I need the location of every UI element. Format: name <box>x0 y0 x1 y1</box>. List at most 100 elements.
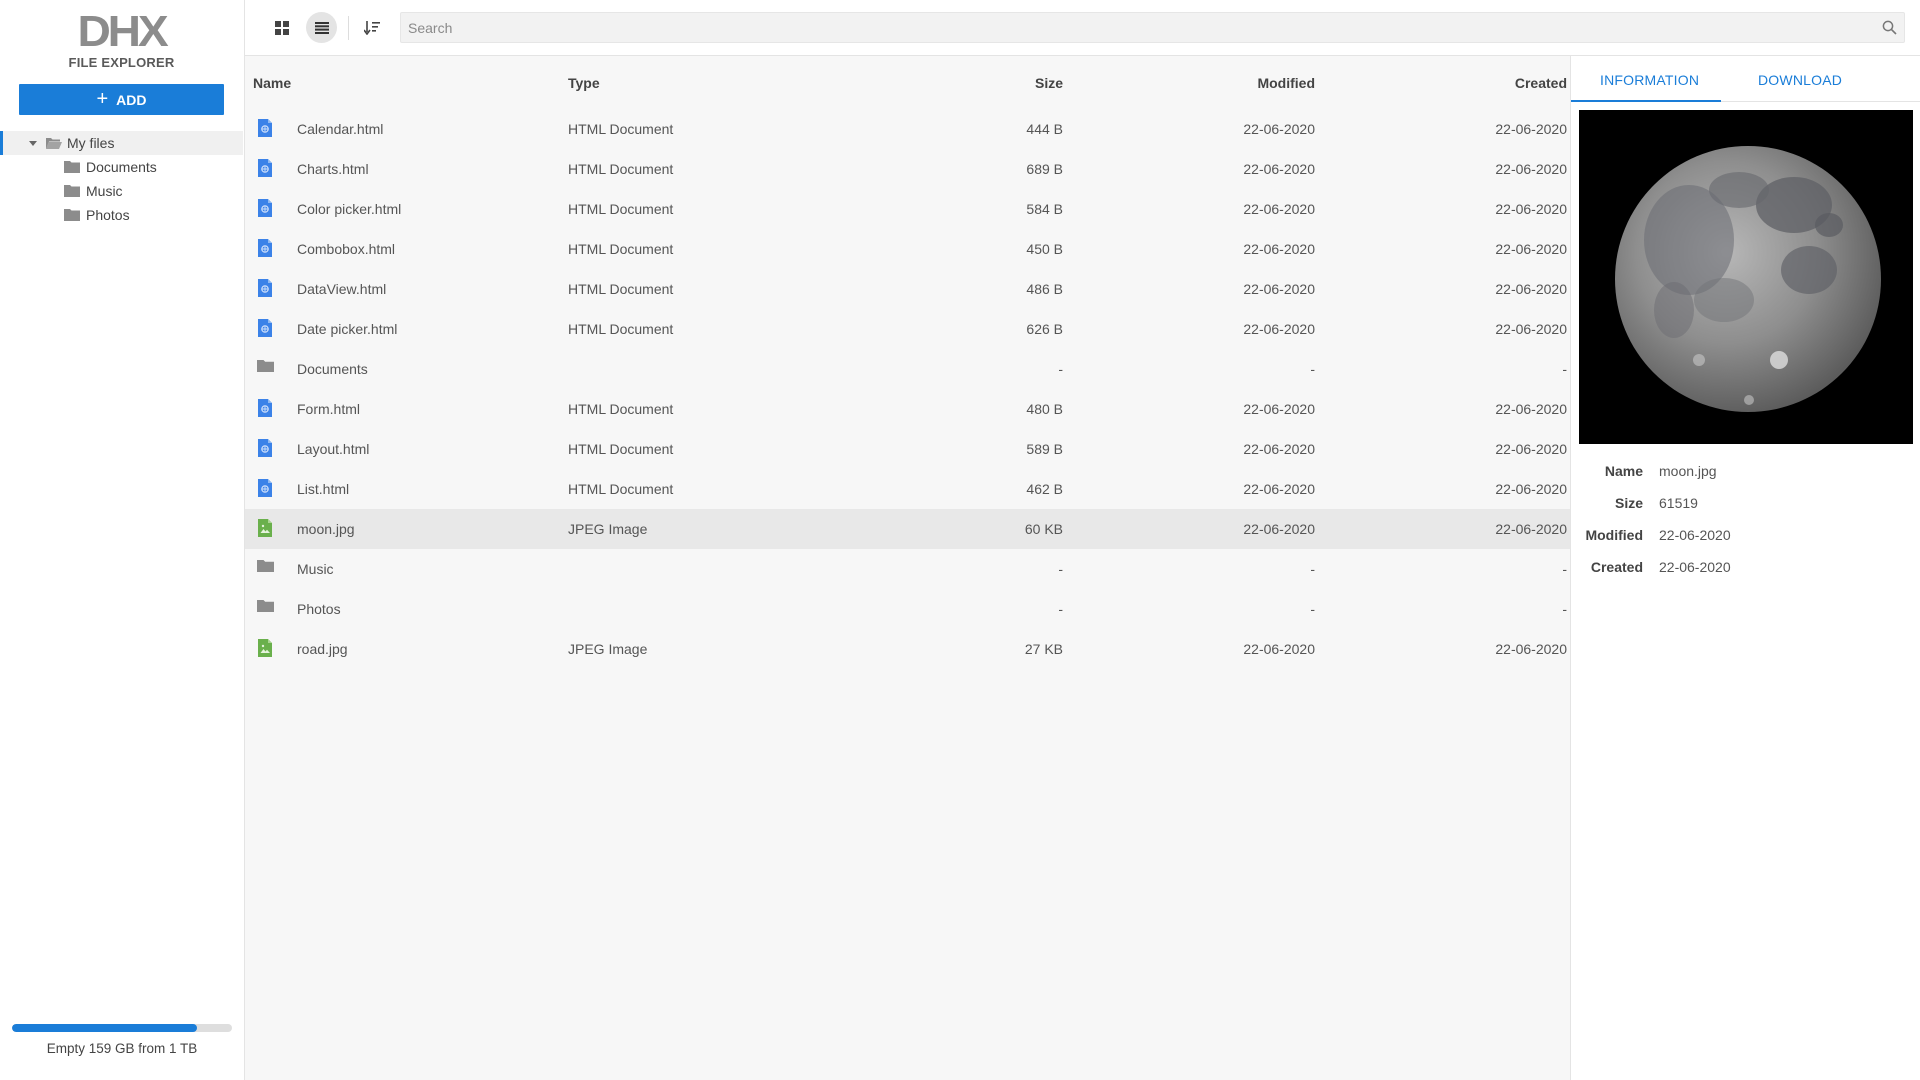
image-file-icon <box>257 639 273 660</box>
tree-item-photos[interactable]: Photos <box>0 203 243 227</box>
file-created: 22-06-2020 <box>1495 121 1567 137</box>
tab-information[interactable]: INFORMATION <box>1600 72 1699 88</box>
add-button[interactable]: + ADD <box>19 84 224 115</box>
info-row-created: Created 22-06-2020 <box>1571 551 1920 583</box>
file-modified: 22-06-2020 <box>1243 161 1315 177</box>
folder-tree: My files Documents Music Photos <box>0 131 243 227</box>
file-size: - <box>1058 601 1063 617</box>
file-name: Calendar.html <box>297 121 384 137</box>
tree-item-label: Music <box>86 183 123 199</box>
file-name: Color picker.html <box>297 201 402 217</box>
logo-mark: DHX <box>77 7 168 56</box>
tab-download[interactable]: DOWNLOAD <box>1758 72 1842 88</box>
file-row[interactable]: Photos - - - <box>245 589 1570 629</box>
file-modified: 22-06-2020 <box>1243 121 1315 137</box>
list-header: Name Type Size Modified Created <box>245 56 1570 109</box>
tree-item-documents[interactable]: Documents <box>0 155 243 179</box>
html-file-icon <box>257 479 273 500</box>
folder-open-icon <box>45 137 62 149</box>
file-row[interactable]: Combobox.html HTML Document 450 B 22-06-202… <box>245 229 1570 269</box>
file-row[interactable]: List.html HTML Document 462 B 22-06-2020 22-… <box>245 469 1570 509</box>
file-modified: - <box>1310 561 1315 577</box>
file-row[interactable]: Music - - - <box>245 549 1570 589</box>
tree-item-music[interactable]: Music <box>0 179 243 203</box>
file-info: Name moon.jpg Size 61519 Modified 22-06-2020 C… <box>1571 455 1920 583</box>
info-row-modified: Modified 22-06-2020 <box>1571 519 1920 551</box>
file-name: Photos <box>297 601 341 617</box>
file-row[interactable]: DataView.html HTML Document 486 B 22-06-202… <box>245 269 1570 309</box>
tree-item-label: Documents <box>86 159 157 175</box>
file-row[interactable]: Charts.html HTML Document 689 B 22-06-2020 2… <box>245 149 1570 189</box>
column-header-created[interactable]: Created <box>1515 75 1567 91</box>
file-row[interactable]: Calendar.html HTML Document 444 B 22-06-202… <box>245 109 1570 149</box>
file-row[interactable]: Form.html HTML Document 480 B 22-06-2020 22-… <box>245 389 1570 429</box>
info-row-name: Name moon.jpg <box>1571 455 1920 487</box>
logo: DHX FILE EXPLORER <box>0 10 243 71</box>
file-row[interactable]: Layout.html HTML Document 589 B 22-06-2020 2… <box>245 429 1570 469</box>
file-created: 22-06-2020 <box>1495 241 1567 257</box>
add-button-label: ADD <box>116 91 147 108</box>
file-modified: 22-06-2020 <box>1243 241 1315 257</box>
file-size: 462 B <box>1026 481 1063 497</box>
column-header-name[interactable]: Name <box>253 75 291 91</box>
file-modified: - <box>1310 601 1315 617</box>
html-file-icon <box>257 439 273 460</box>
html-file-icon <box>257 239 273 260</box>
file-type: HTML Document <box>568 321 674 337</box>
list-view-icon <box>314 21 329 34</box>
column-header-modified[interactable]: Modified <box>1257 75 1315 91</box>
file-rows: Calendar.html HTML Document 444 B 22-06-202… <box>245 109 1570 669</box>
file-modified: 22-06-2020 <box>1243 201 1315 217</box>
file-row[interactable]: Date picker.html HTML Document 626 B 22-06-… <box>245 309 1570 349</box>
file-row[interactable]: Color picker.html HTML Document 584 B 22-06… <box>245 189 1570 229</box>
search-icon[interactable] <box>1882 20 1897 35</box>
html-file-icon <box>257 159 273 180</box>
file-type: JPEG Image <box>568 641 648 657</box>
file-type: HTML Document <box>568 441 674 457</box>
file-size: 444 B <box>1026 121 1063 137</box>
file-size: 589 B <box>1026 441 1063 457</box>
file-modified: 22-06-2020 <box>1243 521 1315 537</box>
file-modified: 22-06-2020 <box>1243 481 1315 497</box>
file-name: Combobox.html <box>297 241 396 257</box>
folder-icon <box>64 209 80 221</box>
file-size: - <box>1058 361 1063 377</box>
info-label: Modified <box>1585 527 1643 543</box>
file-name: List.html <box>297 481 350 497</box>
html-file-icon <box>257 199 273 220</box>
column-header-size[interactable]: Size <box>1035 75 1063 91</box>
file-created: 22-06-2020 <box>1495 321 1567 337</box>
active-tab-indicator <box>1571 100 1721 102</box>
file-size: - <box>1058 561 1063 577</box>
file-row[interactable]: road.jpg JPEG Image 27 KB 22-06-2020 22-06-2… <box>245 629 1570 669</box>
column-header-type[interactable]: Type <box>568 75 600 91</box>
file-modified: - <box>1310 361 1315 377</box>
file-type: HTML Document <box>568 401 674 417</box>
info-value: moon.jpg <box>1659 463 1717 479</box>
chevron-down-icon[interactable] <box>29 140 37 146</box>
grid-view-button[interactable] <box>266 12 297 43</box>
file-size: 486 B <box>1026 281 1063 297</box>
html-file-icon <box>257 399 273 420</box>
tree-item-my-files[interactable]: My files <box>0 131 243 155</box>
sort-button[interactable] <box>356 12 387 43</box>
image-file-icon <box>257 519 273 540</box>
file-created: 22-06-2020 <box>1495 481 1567 497</box>
toolbar-divider <box>348 16 349 40</box>
info-label: Size <box>1614 495 1643 511</box>
folder-icon <box>257 359 274 376</box>
file-created: 22-06-2020 <box>1495 281 1567 297</box>
file-name: DataView.html <box>297 281 387 297</box>
info-label: Name <box>1604 463 1643 479</box>
file-row[interactable]: Documents - - - <box>245 349 1570 389</box>
file-name: Layout.html <box>297 441 370 457</box>
folder-icon <box>257 599 274 616</box>
folder-icon <box>64 185 80 197</box>
file-name: Music <box>297 561 334 577</box>
search-input[interactable] <box>401 13 1904 42</box>
list-view-button[interactable] <box>306 12 337 43</box>
html-file-icon <box>257 279 273 300</box>
info-panel: INFORMATION DOWNLOAD Name moon.jpg Size … <box>1570 56 1920 1080</box>
storage-progress-bar <box>12 1024 232 1032</box>
file-row[interactable]: moon.jpg JPEG Image 60 KB 22-06-2020 22-06-2… <box>245 509 1570 549</box>
